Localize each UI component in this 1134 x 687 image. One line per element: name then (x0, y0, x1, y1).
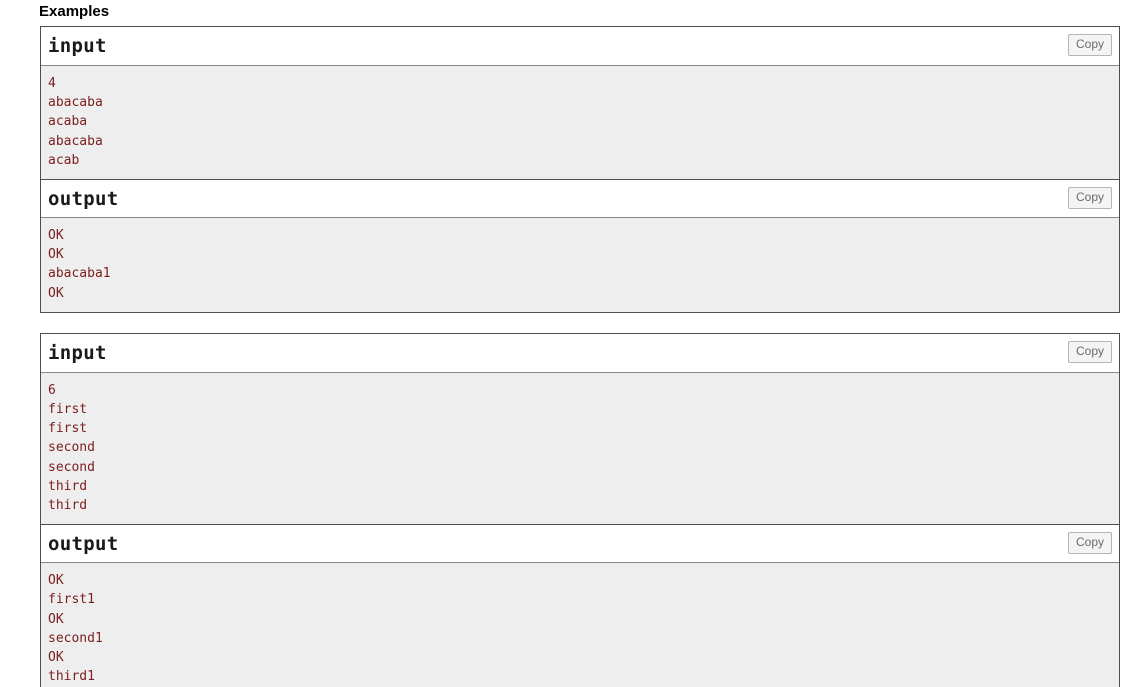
copy-output-button-2[interactable]: Copy (1067, 532, 1112, 555)
input-header-2: input Copy (41, 333, 1119, 373)
input-header-1: input Copy (41, 27, 1119, 66)
examples-page: Examples input Copy 4 abacaba acaba abac… (0, 0, 1134, 687)
copy-input-button-1[interactable]: Copy (1067, 34, 1112, 56)
input-content-2: 6 first first second second third third (41, 372, 1119, 525)
output-header-2: output Copy (41, 524, 1119, 564)
output-content-1: OK OK abacaba1 OK (41, 218, 1119, 312)
copy-output-button-1[interactable]: Copy (1067, 187, 1112, 210)
output-content-2: OK first1 OK second1 OK third1 (41, 563, 1119, 687)
page-title: Examples (39, 3, 110, 20)
examples-list: input Copy 4 abacaba acaba abacaba acab … (40, 26, 1120, 687)
output-label-1: output (48, 188, 119, 211)
sample-test-2: input Copy 6 first first second second t… (40, 332, 1120, 687)
copy-input-button-2[interactable]: Copy (1067, 340, 1112, 363)
input-label-1: input (48, 35, 107, 57)
output-header-1: output Copy (41, 179, 1119, 219)
output-label-2: output (48, 533, 119, 556)
input-content-1: 4 abacaba acaba abacaba acab (41, 66, 1119, 180)
input-label-2: input (48, 341, 107, 364)
sample-test-1: input Copy 4 abacaba acaba abacaba acab … (40, 26, 1120, 313)
